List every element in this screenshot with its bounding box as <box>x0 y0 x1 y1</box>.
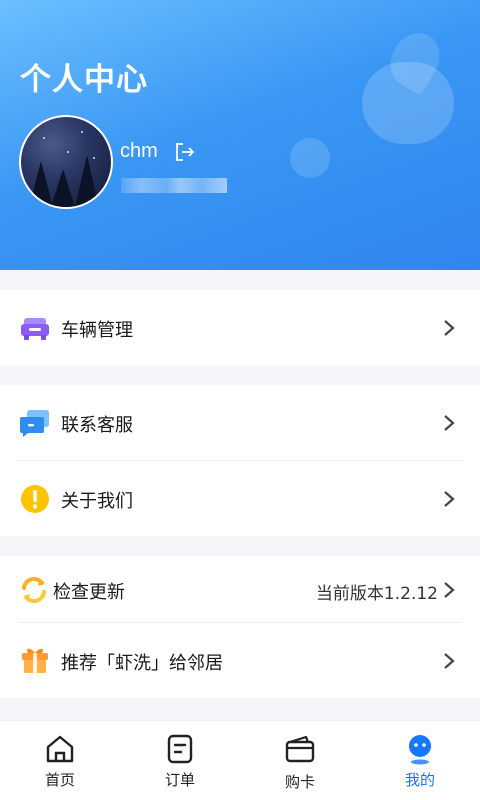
chevron-right-icon <box>444 320 455 336</box>
menu-item-recommend[interactable]: 推荐「虾洗」给邻居 <box>0 623 480 698</box>
menu-item-update[interactable]: 检查更新 当前版本1.2.12 <box>0 556 480 622</box>
car-icon <box>21 318 49 340</box>
decor-bubble <box>290 138 330 178</box>
avatar-decor <box>93 157 95 159</box>
avatar-decor <box>51 169 75 207</box>
info-card: 联系客服 关于我们 <box>0 385 480 536</box>
avatar-decor <box>29 161 53 207</box>
vehicle-card: 车辆管理 <box>0 290 480 365</box>
menu-item-vehicle[interactable]: 车辆管理 <box>0 290 480 365</box>
tab-label: 订单 <box>164 771 195 789</box>
page-title: 个人中心 <box>20 62 148 98</box>
home-icon <box>46 735 74 763</box>
menu-label: 车辆管理 <box>61 320 133 341</box>
chat-icon <box>20 410 49 437</box>
avatar-decor <box>81 131 83 133</box>
chevron-right-icon <box>444 415 455 431</box>
version-value: 当前版本1.2.12 <box>315 584 438 604</box>
tab-label: 购卡 <box>284 773 315 791</box>
tab-label: 首页 <box>44 771 75 789</box>
gift-icon <box>22 648 48 673</box>
refresh-icon <box>22 576 46 604</box>
avatar-decor <box>43 137 45 139</box>
masked-phone <box>121 178 227 193</box>
tab-home[interactable]: 首页 <box>0 721 120 800</box>
chevron-right-icon <box>444 653 455 669</box>
username: chm <box>120 140 158 162</box>
menu-label: 联系客服 <box>61 415 133 436</box>
menu-item-support[interactable]: 联系客服 <box>0 385 480 460</box>
tab-orders[interactable]: 订单 <box>120 721 240 800</box>
bottom-tab-bar: 首页 订单 购卡 我的 <box>0 720 480 800</box>
menu-label: 推荐「虾洗」给邻居 <box>61 653 223 674</box>
tab-label: 我的 <box>404 771 435 789</box>
avatar[interactable] <box>19 115 113 209</box>
chevron-right-icon <box>444 582 455 598</box>
app-card: 检查更新 当前版本1.2.12 推荐「虾洗」给邻居 <box>0 556 480 698</box>
info-icon <box>21 485 49 513</box>
menu-label: 关于我们 <box>61 491 133 512</box>
menu-item-about[interactable]: 关于我们 <box>0 461 480 536</box>
chevron-right-icon <box>444 491 455 507</box>
menu-label: 检查更新 <box>53 582 125 603</box>
avatar-decor <box>67 151 69 153</box>
wallet-icon <box>285 735 315 763</box>
logout-icon[interactable] <box>174 142 196 162</box>
tab-buy-card[interactable]: 购卡 <box>240 721 360 800</box>
tab-mine[interactable]: 我的 <box>360 721 480 800</box>
avatar-decor <box>75 155 99 207</box>
profile-header: 个人中心 chm <box>0 0 480 270</box>
profile-icon <box>409 735 431 765</box>
order-icon <box>167 734 193 764</box>
